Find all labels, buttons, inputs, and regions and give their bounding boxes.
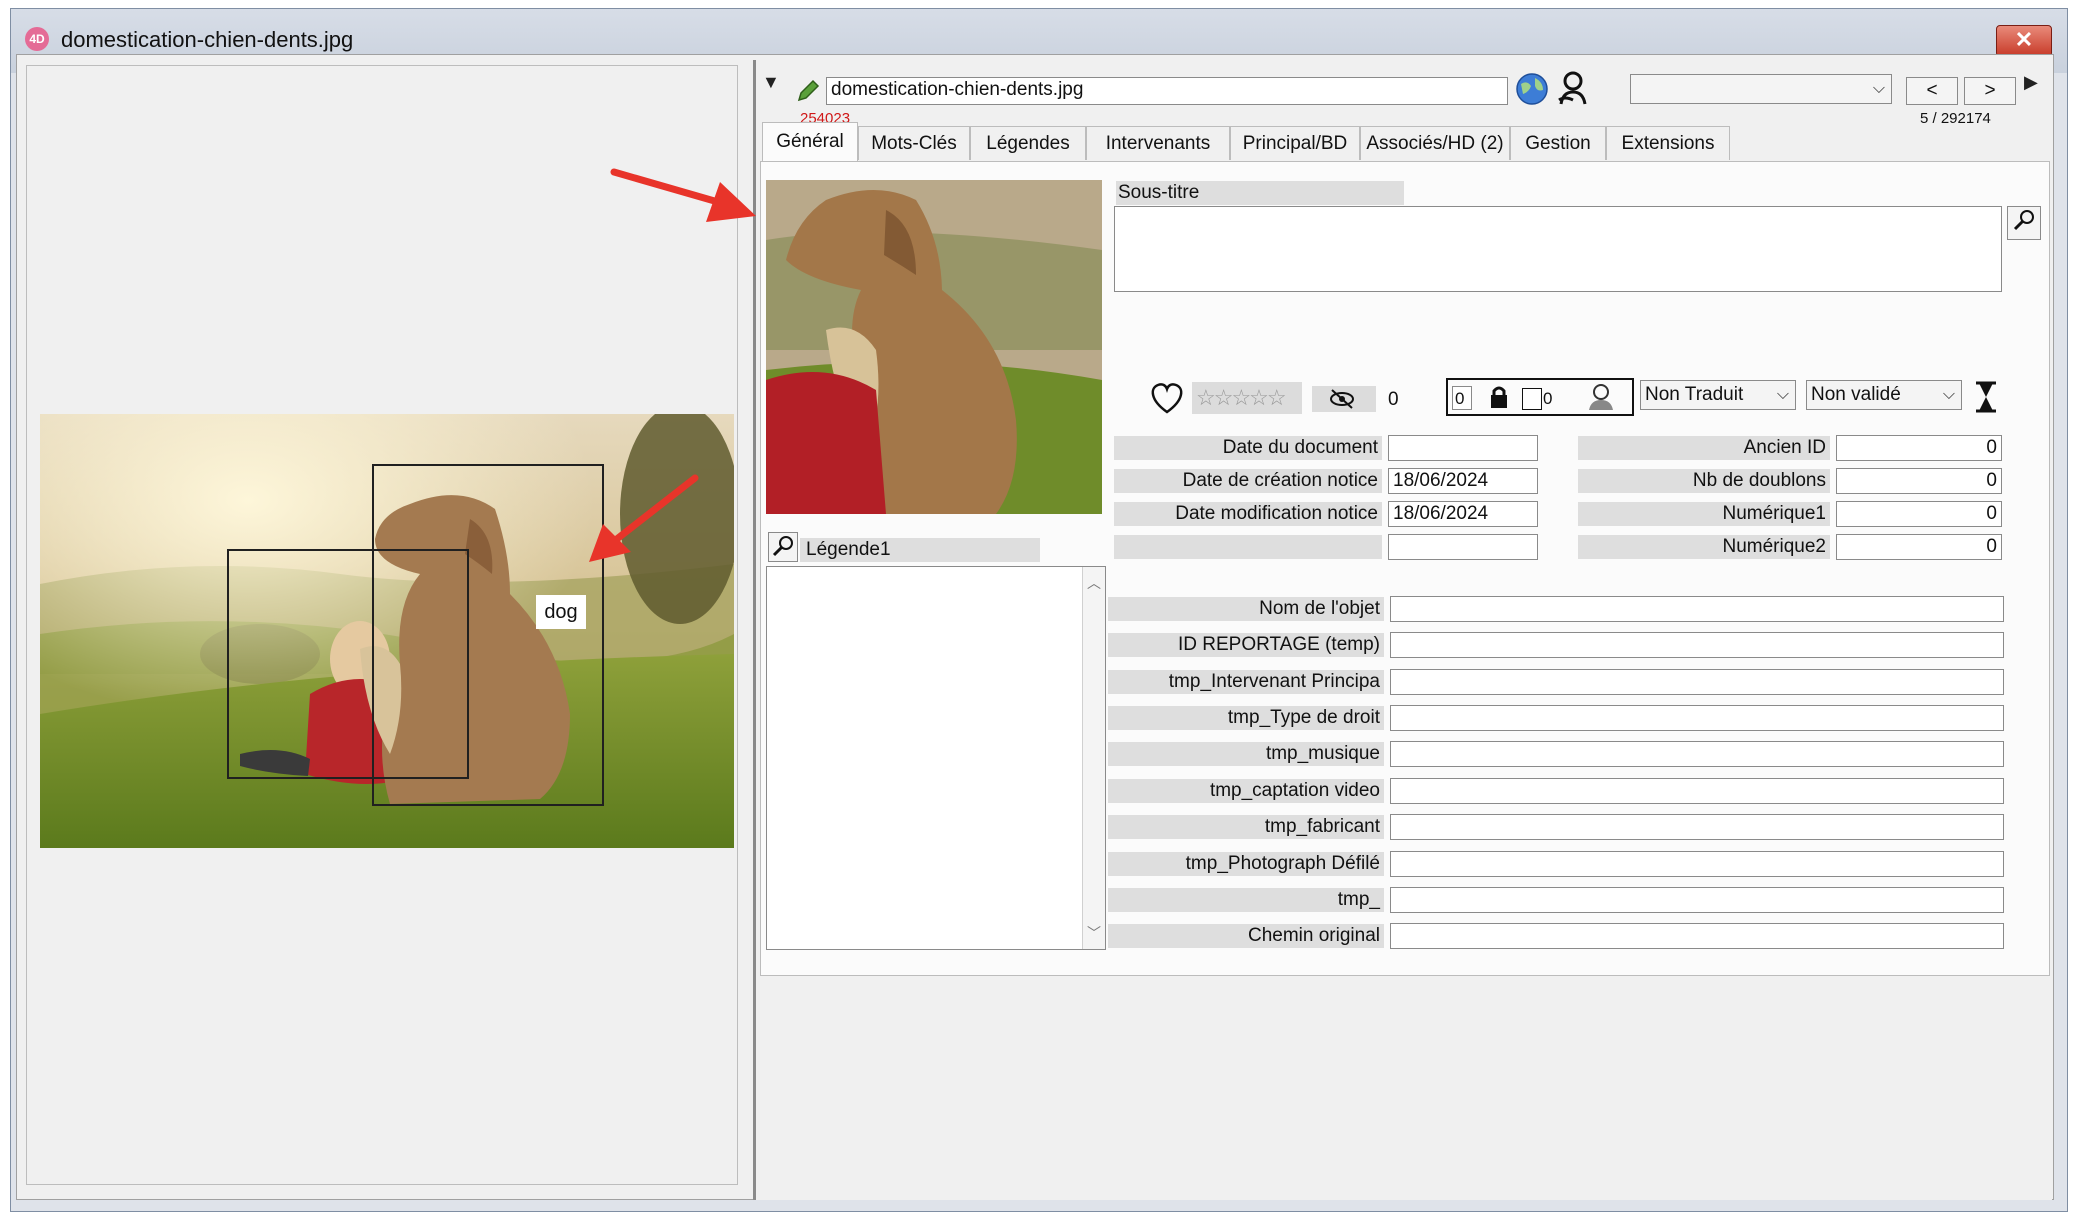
tmp-captation-label: tmp_captation video	[1108, 779, 1384, 803]
magnifier-icon	[772, 536, 793, 557]
zoom-edit-button[interactable]	[2007, 206, 2041, 240]
rating-stars[interactable]: ☆☆☆☆☆	[1192, 382, 1302, 414]
date-modification-field[interactable]: 18/06/2024	[1388, 501, 1538, 527]
globe-icon[interactable]	[1515, 72, 1549, 106]
nom-objet-field[interactable]	[1390, 596, 2004, 622]
translation-status-value: Non Traduit	[1645, 384, 1744, 405]
lock-count-field[interactable]: 0	[1452, 386, 1472, 410]
views-box	[1312, 386, 1376, 412]
numerique2-label: Numérique2	[1578, 535, 1830, 559]
chevron-down-icon: ⌵	[1872, 80, 1885, 97]
validation-status-select[interactable]: Non validé ⌵	[1806, 380, 1962, 410]
tab-general[interactable]: Général	[762, 122, 858, 162]
ancien-id-field[interactable]: 0	[1836, 435, 2002, 461]
tmp-musique-field[interactable]	[1390, 741, 2004, 767]
next-record-button[interactable]: >	[1964, 77, 2016, 105]
record-thumbnail[interactable]	[766, 180, 1102, 514]
views-count: 0	[1388, 389, 1399, 410]
previous-record-button[interactable]: <	[1906, 77, 1958, 105]
subtitle-input[interactable]	[1114, 206, 2002, 292]
filename-field[interactable]: domestication-chien-dents.jpg	[826, 77, 1508, 105]
annotation-arrow-icon	[610, 168, 756, 222]
legende-textarea[interactable]: ︿ ﹀	[766, 566, 1106, 950]
tab-mots-cles[interactable]: Mots-Clés	[858, 126, 970, 160]
hidden-eye-icon	[1330, 389, 1354, 409]
expand-triangle-icon[interactable]: ▶	[2024, 72, 2038, 93]
numerique1-label: Numérique1	[1578, 502, 1830, 526]
status-checkbox[interactable]	[1522, 388, 1542, 410]
tab-extensions[interactable]: Extensions	[1606, 126, 1730, 160]
tmp-photograph-field[interactable]	[1390, 851, 2004, 877]
legende-zoom-button[interactable]	[768, 532, 798, 562]
scroll-down-icon[interactable]: ﹀	[1087, 923, 1101, 943]
tab-associes-hd[interactable]: Associés/HD (2)	[1360, 126, 1510, 160]
window-title: domestication-chien-dents.jpg	[61, 27, 354, 52]
chemin-original-field[interactable]	[1390, 923, 2004, 949]
numerique1-field[interactable]: 0	[1836, 501, 2002, 527]
date-document-field[interactable]	[1388, 435, 1538, 461]
tmp-type-droit-field[interactable]	[1390, 705, 2004, 731]
translation-status-select[interactable]: Non Traduit ⌵	[1640, 380, 1796, 410]
detection-box-dog	[372, 464, 604, 806]
id-reportage-field[interactable]	[1390, 632, 2004, 658]
tmp-intervenant-field[interactable]	[1390, 669, 2004, 695]
ancien-id-label: Ancien ID	[1578, 436, 1830, 460]
favorite-heart-icon[interactable]	[1148, 380, 1186, 416]
detection-label: dog	[536, 595, 586, 629]
tmp-type-droit-label: tmp_Type de droit	[1108, 706, 1384, 730]
scroll-up-icon[interactable]: ︿	[1087, 573, 1101, 593]
checkbox-count: 0	[1543, 389, 1553, 408]
tab-intervenants[interactable]: Intervenants	[1086, 126, 1230, 160]
tmp-fabricant-field[interactable]	[1390, 814, 2004, 840]
tmp-fabricant-label: tmp_fabricant	[1108, 815, 1384, 839]
collapse-triangle-icon[interactable]: ▼	[762, 72, 780, 93]
person-badge-icon[interactable]	[1586, 382, 1616, 412]
subtitle-label: Sous-titre	[1116, 181, 1404, 205]
tmp-intervenant-label: tmp_Intervenant Principa	[1108, 670, 1384, 694]
date-document-label: Date du document	[1114, 436, 1382, 460]
record-selector-dropdown[interactable]: ⌵	[1630, 74, 1892, 104]
tab-gestion[interactable]: Gestion	[1510, 126, 1606, 160]
nom-objet-label: Nom de l'objet	[1108, 597, 1384, 621]
hourglass-icon[interactable]	[1972, 380, 2000, 414]
tab-legendes[interactable]: Légendes	[970, 126, 1086, 160]
chevron-down-icon: ⌵	[1942, 386, 1955, 403]
app-logo-icon: 4D	[25, 27, 49, 51]
numerique2-field[interactable]: 0	[1836, 534, 2002, 560]
date-creation-field[interactable]: 18/06/2024	[1388, 468, 1538, 494]
user-link-icon[interactable]	[1555, 70, 1591, 108]
unnamed-date-label	[1114, 535, 1382, 559]
id-reportage-label: ID REPORTAGE (temp)	[1108, 633, 1384, 657]
unnamed-date-field[interactable]	[1388, 534, 1538, 560]
edit-pencil-icon[interactable]	[795, 78, 821, 104]
nb-doublons-field[interactable]: 0	[1836, 468, 2002, 494]
date-creation-label: Date de création notice	[1114, 469, 1382, 493]
tab-principal-bd[interactable]: Principal/BD	[1230, 126, 1360, 160]
validation-status-value: Non validé	[1811, 384, 1901, 405]
tmp-label: tmp_	[1108, 888, 1384, 912]
tmp-field[interactable]	[1390, 887, 2004, 913]
chevron-down-icon: ⌵	[1776, 386, 1789, 403]
nb-doublons-label: Nb de doublons	[1578, 469, 1830, 493]
magnifier-icon	[2013, 210, 2034, 231]
chemin-original-label: Chemin original	[1108, 924, 1384, 948]
legende-scrollbar[interactable]: ︿ ﹀	[1082, 567, 1105, 949]
annotation-arrow-icon	[589, 474, 699, 562]
record-position: 5 / 292174	[1920, 110, 1991, 127]
date-modification-label: Date modification notice	[1114, 502, 1382, 526]
tmp-photograph-label: tmp_Photograph Défilé	[1108, 852, 1384, 876]
tmp-captation-field[interactable]	[1390, 778, 2004, 804]
close-button[interactable]: ✕	[1996, 25, 2052, 57]
legende-label: Légende1	[800, 538, 1040, 562]
tmp-musique-label: tmp_musique	[1108, 742, 1384, 766]
lock-icon[interactable]	[1488, 384, 1510, 410]
